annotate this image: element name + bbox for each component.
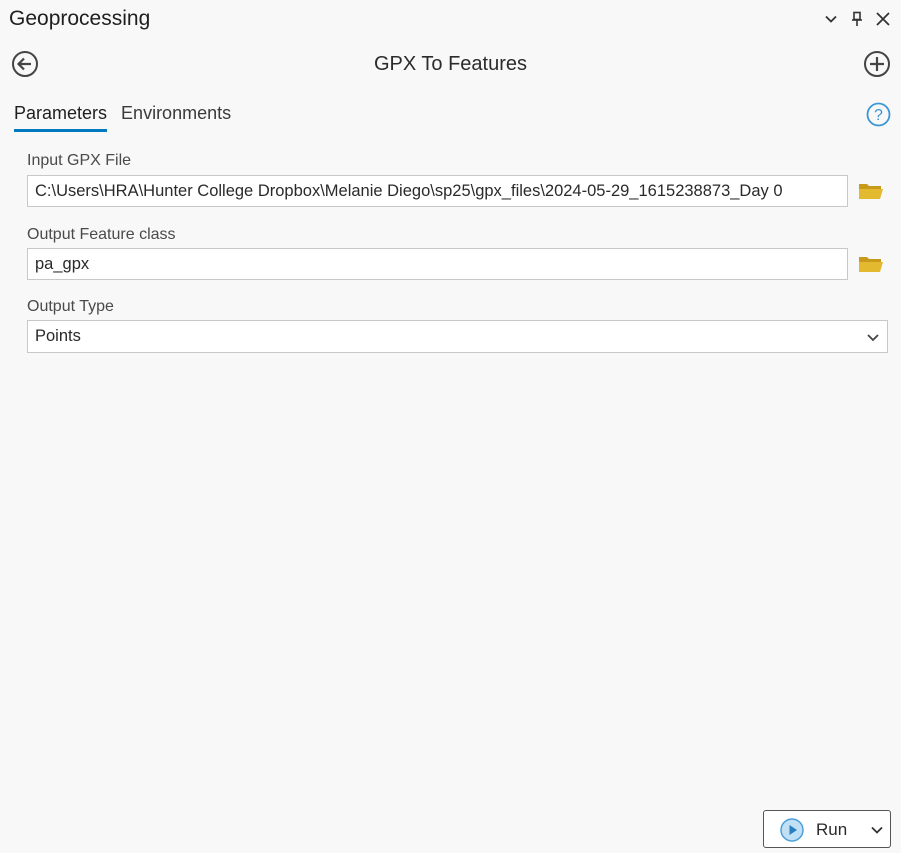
close-icon[interactable] (873, 8, 893, 30)
pane-titlebar: Geoprocessing (0, 0, 901, 40)
run-button[interactable]: Run (763, 810, 891, 848)
pane-title: Geoprocessing (9, 7, 151, 30)
input-gpx-label: Input GPX File (27, 152, 132, 169)
output-type-select[interactable]: Points (27, 320, 888, 353)
tab-bar: Parameters Environments (14, 103, 231, 132)
output-type-value: Points (35, 327, 81, 345)
add-icon[interactable] (863, 50, 891, 78)
tab-parameters[interactable]: Parameters (14, 103, 108, 132)
tab-environments[interactable]: Environments (121, 103, 231, 132)
chevron-down-icon[interactable] (870, 823, 884, 837)
tool-header: GPX To Features (0, 44, 901, 84)
folder-icon[interactable] (857, 252, 885, 276)
folder-icon[interactable] (857, 179, 885, 203)
chevron-down-icon[interactable] (821, 8, 841, 30)
pin-icon[interactable] (847, 8, 867, 30)
input-gpx-field[interactable]: C:\Users\HRA\Hunter College Dropbox\Mela… (27, 175, 848, 207)
help-icon[interactable]: ? (866, 102, 891, 127)
output-fc-field[interactable]: pa_gpx (27, 248, 848, 280)
play-icon (780, 818, 804, 842)
output-fc-label: Output Feature class (27, 226, 176, 243)
svg-text:?: ? (874, 107, 883, 124)
pane-actions (821, 8, 893, 30)
chevron-down-icon (867, 334, 879, 342)
output-type-label: Output Type (27, 298, 114, 315)
run-label: Run (816, 820, 848, 839)
tool-title: GPX To Features (373, 53, 528, 75)
